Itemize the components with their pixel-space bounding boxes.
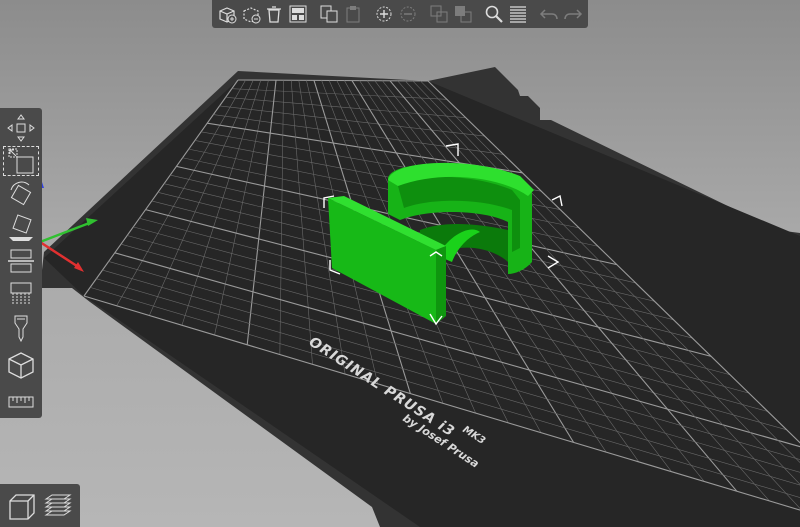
3d-view-button[interactable] (4, 487, 40, 525)
redo-button[interactable] (562, 2, 584, 26)
scale-icon (8, 148, 34, 174)
left-gizmo-toolbar (0, 108, 42, 418)
add-instance-button[interactable] (373, 2, 395, 26)
delete-all-icon (267, 6, 282, 23)
undo-icon (540, 9, 558, 20)
copy-icon (320, 5, 338, 23)
layers-editing-icon (510, 6, 527, 23)
move-button[interactable] (2, 112, 40, 143)
delete-all-button[interactable] (264, 2, 286, 26)
paint-supports-button[interactable] (2, 279, 40, 310)
remove-instance-button[interactable] (397, 2, 419, 26)
search-button[interactable] (483, 2, 505, 26)
cut-button[interactable] (2, 246, 40, 277)
preview-icon (44, 494, 72, 515)
redo-icon (564, 9, 583, 20)
measure-button[interactable] (2, 387, 40, 418)
undo-button[interactable] (538, 2, 560, 26)
copy-button[interactable] (319, 2, 341, 26)
split-parts-button[interactable] (452, 2, 474, 26)
seam-painting-icon (14, 315, 28, 343)
add-instance-icon (376, 6, 392, 22)
search-icon (485, 5, 504, 23)
arrange-icon (289, 5, 307, 23)
place-on-face-button[interactable] (2, 212, 40, 243)
3d-viewport[interactable]: ORIGINAL PRUSA i3 MK3 by Josef Prusa (0, 0, 800, 527)
add-button[interactable] (216, 2, 238, 26)
split-objects-icon (430, 5, 448, 23)
layers-editing-button[interactable] (507, 2, 529, 26)
delete-icon (243, 7, 261, 24)
cut-icon (8, 249, 34, 273)
measure-icon (8, 396, 34, 408)
paste-icon (346, 6, 360, 23)
remove-instance-icon (400, 6, 416, 22)
rotate-button[interactable] (2, 179, 40, 210)
seam-painting-button[interactable] (2, 312, 40, 343)
move-icon (7, 113, 35, 142)
add-icon (219, 7, 237, 24)
paint-supports-icon (10, 282, 32, 304)
rotate-icon (10, 181, 32, 205)
cube-view-icon (8, 352, 34, 379)
view-toggle (0, 484, 80, 527)
3d-view-icon (9, 493, 35, 520)
delete-button[interactable] (240, 2, 262, 26)
scale-button[interactable] (2, 145, 40, 176)
arrange-button[interactable] (287, 2, 309, 26)
split-parts-icon (455, 6, 472, 23)
place-on-face-icon (9, 214, 33, 241)
preview-button[interactable] (40, 487, 76, 525)
sla-hollow-button[interactable] (2, 346, 40, 385)
top-toolbar (212, 0, 588, 28)
paste-button[interactable] (342, 2, 364, 26)
split-objects-button[interactable] (428, 2, 450, 26)
